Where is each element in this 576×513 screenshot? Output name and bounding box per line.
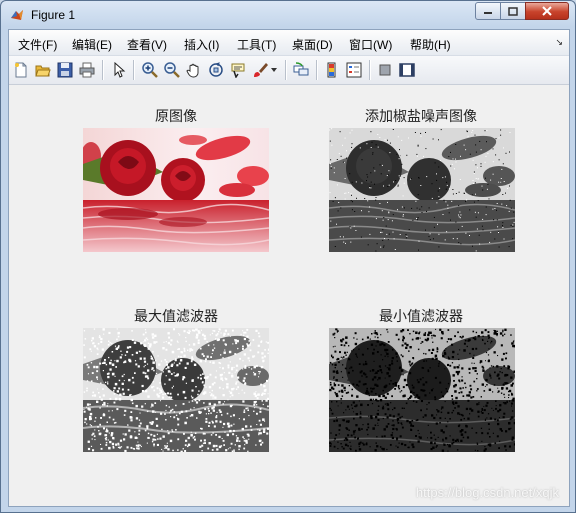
colorbar-icon[interactable] bbox=[323, 61, 341, 79]
title-bar[interactable]: Figure 1 bbox=[1, 1, 575, 29]
pan-hand-icon[interactable] bbox=[185, 61, 203, 79]
close-button[interactable] bbox=[525, 2, 569, 20]
menu-dock-arrow-icon[interactable]: ↘ bbox=[555, 38, 563, 48]
csdn-watermark: https://blog.csdn.net/xqjk bbox=[415, 485, 559, 500]
figure-client-area: 文件(F) 编辑(E) 查看(V) 插入(I) 工具(T) 桌面(D) 窗口(W… bbox=[8, 29, 570, 507]
hide-plot-tools-icon[interactable] bbox=[376, 61, 394, 79]
min-filter-image[interactable] bbox=[329, 328, 515, 452]
save-icon[interactable] bbox=[56, 61, 74, 79]
menu-window[interactable]: 窗口(W) bbox=[349, 36, 392, 53]
menu-insert[interactable]: 插入(I) bbox=[184, 36, 219, 53]
menu-help[interactable]: 帮助(H) bbox=[410, 36, 451, 53]
matlab-logo-icon bbox=[9, 7, 25, 23]
menu-file[interactable]: 文件(F) bbox=[18, 36, 57, 53]
close-icon bbox=[542, 6, 552, 16]
maximize-button[interactable] bbox=[500, 2, 526, 20]
menu-desktop[interactable]: 桌面(D) bbox=[292, 36, 333, 53]
minimize-button[interactable] bbox=[475, 2, 501, 20]
subplot-title-min-filter: 最小值滤波器 bbox=[379, 309, 463, 325]
link-plot-icon[interactable] bbox=[292, 61, 310, 79]
print-icon[interactable] bbox=[78, 61, 96, 79]
noisy-image[interactable] bbox=[329, 128, 515, 252]
brush-dropdown-icon[interactable] bbox=[269, 61, 279, 79]
new-figure-icon[interactable] bbox=[12, 61, 30, 79]
select-arrow-icon[interactable] bbox=[110, 61, 128, 79]
zoom-in-icon[interactable] bbox=[141, 61, 159, 79]
show-plot-tools-icon[interactable] bbox=[398, 61, 416, 79]
open-file-icon[interactable] bbox=[34, 61, 52, 79]
zoom-out-icon[interactable] bbox=[163, 61, 181, 79]
max-filter-image[interactable] bbox=[83, 328, 269, 452]
menu-edit[interactable]: 编辑(E) bbox=[72, 36, 112, 53]
subplot-title-original: 原图像 bbox=[155, 109, 197, 125]
legend-icon[interactable] bbox=[345, 61, 363, 79]
original-image[interactable] bbox=[83, 128, 269, 252]
figure-toolbar bbox=[9, 56, 569, 85]
maximize-icon bbox=[508, 6, 518, 16]
data-cursor-icon[interactable] bbox=[229, 61, 247, 79]
figure-window: Figure 1 文件(F) 编辑(E) 查看(V) 插入(I) 工具(T) 桌… bbox=[0, 0, 576, 513]
window-title: Figure 1 bbox=[31, 8, 76, 22]
rotate-3d-icon[interactable] bbox=[207, 61, 225, 79]
menu-tools[interactable]: 工具(T) bbox=[237, 36, 276, 53]
subplot-title-noisy: 添加椒盐噪声图像 bbox=[365, 109, 477, 125]
figure-canvas[interactable]: 原图像 添加椒盐噪声图像 最大值滤波器 最小值滤波器 https://blog.… bbox=[9, 85, 569, 506]
menu-view[interactable]: 查看(V) bbox=[127, 36, 167, 53]
subplot-title-max-filter: 最大值滤波器 bbox=[134, 309, 218, 325]
minimize-icon bbox=[484, 12, 492, 14]
brush-icon[interactable] bbox=[251, 61, 269, 79]
menu-bar: 文件(F) 编辑(E) 查看(V) 插入(I) 工具(T) 桌面(D) 窗口(W… bbox=[9, 30, 569, 56]
